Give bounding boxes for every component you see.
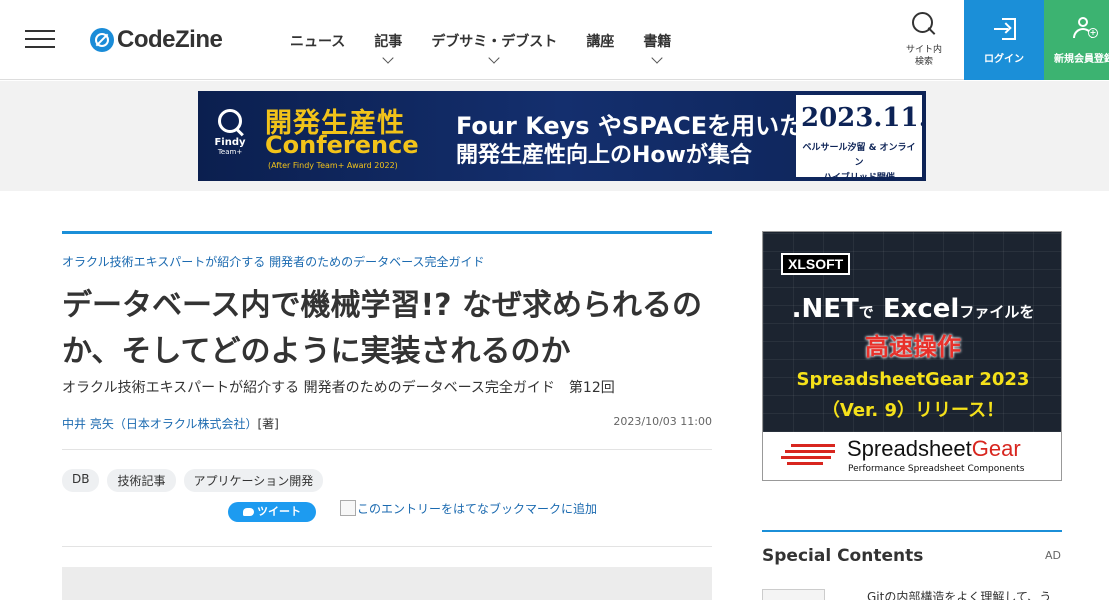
venue-line-2: ハイブリッド開催: [823, 173, 895, 181]
special-contents-title: Special Contents: [762, 546, 924, 566]
nav-item-news[interactable]: ニュース: [290, 0, 345, 80]
nav-item-articles[interactable]: 記事: [374, 0, 402, 80]
article-subtitle: オラクル技術エキスパートが紹介する 開発者のためのデータベース完全ガイド 第12…: [62, 380, 615, 396]
tag-db[interactable]: DB: [62, 469, 100, 492]
event-date: 2023.11.28: [801, 103, 926, 133]
twitter-bird-icon: [243, 508, 254, 516]
special-item-thumbnail[interactable]: [762, 589, 825, 600]
ad-headline-1: .NETで Excelファイルを: [763, 294, 1061, 324]
article-content-placeholder: [62, 567, 712, 600]
series-link[interactable]: オラクル技術エキスパートが紹介する 開発者のためのデータベース完全ガイド: [62, 253, 712, 270]
ad-label: AD: [1045, 549, 1061, 562]
hatena-bookmark-link[interactable]: このエントリーをはてなブックマークに追加: [340, 500, 597, 517]
ad-release-note: （Ver. 9）リリース！: [821, 400, 1005, 421]
nav-label: ニュース: [290, 34, 346, 50]
tag-list: DB 技術記事 アプリケーション開発: [62, 469, 712, 492]
divider: [62, 546, 712, 547]
tag-app-dev[interactable]: アプリケーション開発: [183, 469, 324, 492]
publish-date: 2023/10/03 11:00: [613, 415, 712, 428]
ad-text: Excel: [882, 294, 960, 324]
tag-tech-article[interactable]: 技術記事: [107, 469, 176, 492]
product-name-b: Gear: [971, 436, 1021, 461]
main-nav: ニュース 記事 デブサミ・デブスト 講座 書籍: [290, 0, 700, 80]
ad-text: ファイルを: [959, 303, 1035, 321]
menu-icon[interactable]: [25, 28, 55, 50]
tweet-label: ツイート: [257, 505, 301, 518]
ad-footer: SpreadsheetGear Performance Spreadsheet …: [763, 432, 1061, 480]
spreadsheetgear-ad[interactable]: XLSOFT .NETで Excelファイルを 高速操作 Spreadsheet…: [762, 231, 1062, 481]
conference-banner-ad[interactable]: Findy Team+ 開発生産性 Conference (After Find…: [198, 91, 926, 181]
register-label: 新規会員登録: [1054, 54, 1109, 65]
login-icon: [994, 18, 1016, 40]
product-name-a: Spreadsheet: [847, 436, 972, 461]
ad-text: で: [858, 303, 874, 321]
product-tagline: Performance Spreadsheet Components: [848, 464, 1025, 474]
codezine-logo-icon: [90, 28, 114, 52]
event-name-en: Conference: [265, 131, 419, 159]
logo-text: CodeZine: [117, 26, 223, 53]
nav-item-books[interactable]: 書籍: [643, 0, 671, 80]
event-venue: ベルサール汐留 & オンライン ハイブリッド開催: [800, 141, 918, 181]
share-row: ツイート このエントリーをはてなブックマークに追加: [62, 500, 712, 526]
login-button[interactable]: ログイン: [964, 0, 1044, 80]
nav-label: 記事: [374, 34, 403, 50]
banner-headline-2: 開発生産性向上のHowが集合: [456, 143, 752, 168]
search-label: サイト内 検索: [905, 45, 942, 67]
special-contents-rule: [762, 530, 1062, 532]
nav-label: 講座: [586, 34, 615, 50]
venue-line-1: ベルサール汐留 & オンライン: [802, 143, 916, 168]
banner-date-box: 2023.11.28 ベルサール汐留 & オンライン ハイブリッド開催: [796, 95, 926, 181]
register-button[interactable]: + 新規会員登録: [1044, 0, 1109, 80]
findy-brand: Findy: [214, 137, 246, 148]
site-logo[interactable]: CodeZine: [90, 25, 223, 55]
article-top-rule: [62, 231, 712, 234]
nav-label: デブサミ・デブスト: [431, 34, 558, 50]
site-search-button[interactable]: サイト内 検索: [893, 0, 955, 80]
search-icon: [912, 12, 936, 36]
chevron-down-icon: [382, 52, 394, 64]
site-header: CodeZine ニュース 記事 デブサミ・デブスト 講座 書籍 サイト内 検索…: [0, 0, 1109, 80]
byline: 中井 亮矢（日本オラクル株式会社）[著] 2023/10/03 11:00: [62, 413, 712, 433]
banner-headline-1: Four Keys やSPACEを用いた: [456, 112, 804, 140]
add-user-icon: +: [1073, 17, 1098, 41]
hatena-label: このエントリーをはてなブックマークに追加: [357, 502, 598, 516]
chevron-down-icon: [488, 52, 500, 64]
xlsoft-logo: XLSOFT: [781, 253, 851, 275]
product-name: SpreadsheetGear: [847, 436, 1021, 462]
article-header: オラクル技術エキスパートが紹介する 開発者のためのデータベース完全ガイド データ…: [62, 231, 712, 547]
article-title: データベース内で機械学習!? なぜ求められるのか、そしてどのように実装されるのか: [62, 288, 703, 369]
spreadsheetgear-logo-icon: [781, 442, 839, 466]
findy-brand-sub: Team+: [217, 148, 243, 156]
login-label: ログイン: [984, 54, 1024, 65]
nav-item-courses[interactable]: 講座: [586, 0, 614, 80]
tweet-button[interactable]: ツイート: [228, 502, 316, 522]
findy-logo: Findy Team+: [210, 109, 250, 156]
banner-area: Findy Team+ 開発生産性 Conference (After Find…: [0, 81, 1109, 191]
ad-text: .NET: [791, 294, 859, 324]
ad-product-version: SpreadsheetGear 2023: [796, 369, 1030, 390]
event-note: (After Findy Team+ Award 2022): [268, 161, 398, 170]
special-item-link[interactable]: Gitの内部構造をよく理解して、う: [867, 588, 1051, 600]
ad-headline-2: 高速操作: [865, 333, 961, 361]
findy-q-icon: [218, 109, 242, 133]
divider: [62, 449, 712, 450]
nav-label: 書籍: [643, 34, 672, 50]
nav-item-devsumi[interactable]: デブサミ・デブスト: [431, 0, 557, 80]
broken-image-icon: [340, 500, 356, 516]
author-role: [著]: [257, 417, 279, 431]
author-link[interactable]: 中井 亮矢（日本オラクル株式会社）: [62, 417, 257, 431]
chevron-down-icon: [651, 52, 663, 64]
